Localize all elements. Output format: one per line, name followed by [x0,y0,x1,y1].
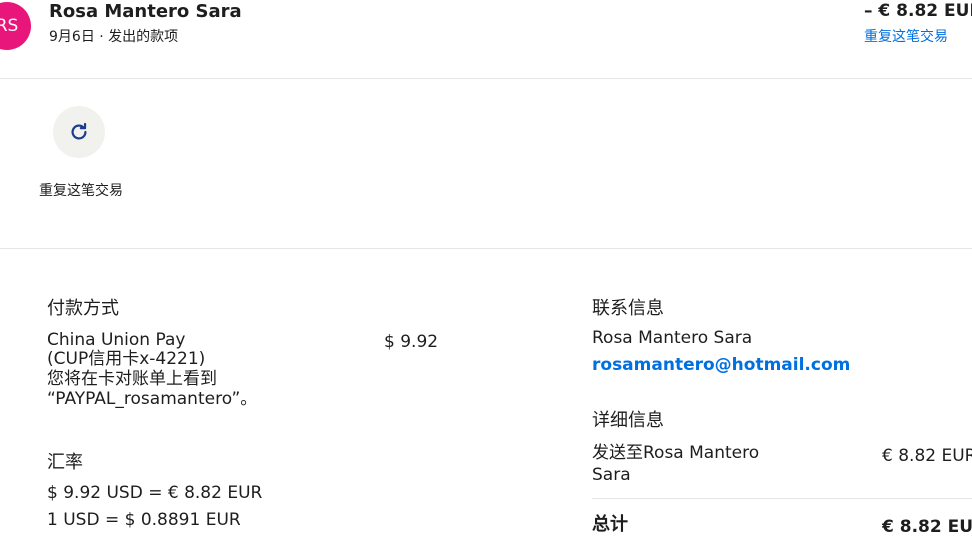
transaction-amount: – € 8.82 EUR [864,1,972,21]
repeat-transaction-label: 重复这笔交易 [39,183,123,199]
refresh-icon [71,122,87,140]
payment-method-line1: China Union Pay [47,330,186,350]
total-label: 总计 [592,514,628,535]
repeat-transaction-link[interactable]: 重复这笔交易 [864,26,948,46]
payment-method-line2: (CUP信用卡x-4221) [47,349,206,369]
divider [0,248,972,249]
details-title: 详细信息 [592,410,664,431]
exchange-rate-line1: $ 9.92 USD = € 8.82 EUR [47,483,263,503]
exchange-rate-title: 汇率 [47,452,83,473]
exchange-rate-line2: 1 USD = $ 0.8891 EUR [47,510,241,530]
payment-method-title: 付款方式 [47,298,119,319]
sent-to-line1: 发送至Rosa Mantero [592,443,760,463]
contact-name: Rosa Mantero Sara [49,1,242,22]
sent-to-line2: Sara [592,465,631,485]
contact-name-detail: Rosa Mantero Sara [592,328,753,348]
total-amount: € 8.82 EUR [882,518,972,536]
divider [0,78,972,79]
repeat-transaction-button[interactable] [53,106,105,158]
contact-info-title: 联系信息 [592,298,664,319]
divider [592,498,972,499]
payment-method-line4: “PAYPAL_rosamantero”。 [47,389,258,409]
payment-method-line3: 您将在卡对账单上看到 [47,369,217,389]
payment-amount: $ 9.92 [384,332,439,352]
contact-email-link[interactable]: rosamantero@hotmail.com [592,355,850,375]
transaction-subtitle: 9月6日 · 发出的款项 [49,29,179,45]
sent-amount: € 8.82 EUR [882,447,972,465]
avatar: RS [0,2,31,50]
